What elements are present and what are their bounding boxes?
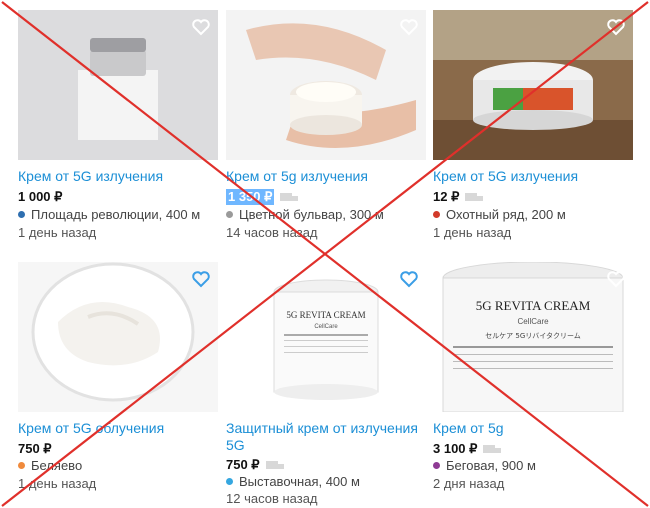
location-text: Охотный ряд, 200 м — [446, 207, 566, 222]
jar-japanese-label: セルケア 5Gリバイタクリーム — [485, 331, 581, 340]
listing-grid: Крем от 5G излучения 1 000 ₽ Площадь рев… — [0, 0, 650, 508]
metro-line-dot — [433, 211, 440, 218]
listing-card[interactable]: Крем от 5G излучения 1 000 ₽ Площадь рев… — [18, 10, 218, 240]
listing-time: 1 день назад — [18, 476, 97, 491]
cream-jar-image — [433, 10, 633, 160]
location-text: Выставочная, 400 м — [239, 474, 360, 489]
favorite-heart-icon[interactable] — [398, 16, 420, 38]
listing-card[interactable]: Крем от 5G облучения 750 ₽ Беляево 1 ден… — [18, 262, 218, 492]
listing-location: Охотный ряд, 200 м — [433, 207, 566, 222]
price-row: 1 000 ₽ — [18, 188, 62, 206]
metro-line-dot — [18, 462, 25, 469]
cream-jar-image: 5G REVITA CREAM CellCare セルケア 5Gリバイタクリーム — [433, 262, 633, 412]
listing-price: 3 100 ₽ — [433, 441, 478, 456]
favorite-heart-icon[interactable] — [605, 268, 627, 290]
cream-jar-image: 5G REVITA CREAM CellCare — [226, 262, 426, 412]
listing-price: 1 350 ₽ — [226, 189, 275, 205]
listing-title[interactable]: Крем от 5G облучения — [18, 420, 218, 437]
metro-line-dot — [226, 478, 233, 485]
price-row: 1 350 ₽ — [226, 188, 300, 206]
favorite-heart-icon[interactable] — [398, 268, 420, 290]
listing-title[interactable]: Крем от 5G излучения — [433, 168, 633, 185]
location-text: Площадь революции, 400 м — [31, 207, 201, 222]
listing-photo[interactable]: 5G REVITA CREAM CellCare セルケア 5Gリバイタクリーム — [433, 262, 633, 412]
listing-title[interactable]: Крем от 5g излучения — [226, 168, 426, 185]
listing-photo[interactable] — [226, 10, 426, 160]
listing-time: 1 день назад — [18, 225, 97, 240]
listing-photo[interactable] — [18, 262, 218, 412]
listing-title[interactable]: Крем от 5G излучения — [18, 168, 218, 185]
listing-card[interactable]: 5G REVITA CREAM CellCare セルケア 5Gリバイタクリーム… — [433, 262, 633, 492]
listing-title[interactable]: Защитный крем от излучения 5G — [226, 420, 426, 454]
jar-label: 5G REVITA CREAM — [476, 298, 591, 313]
location-text: Цветной бульвар, 300 м — [239, 207, 384, 222]
price-row: 750 ₽ — [18, 440, 52, 458]
listing-photo[interactable]: 5G REVITA CREAM CellCare — [226, 262, 426, 412]
listing-price: 12 ₽ — [433, 189, 460, 204]
delivery-truck-icon — [483, 445, 502, 453]
favorite-heart-icon[interactable] — [605, 16, 627, 38]
listing-card[interactable]: Крем от 5G излучения 12 ₽ Охотный ряд, 2… — [433, 10, 633, 240]
metro-line-dot — [226, 211, 233, 218]
favorite-heart-icon[interactable] — [190, 268, 212, 290]
listing-photo[interactable] — [433, 10, 633, 160]
delivery-truck-icon — [465, 193, 484, 201]
listing-time: 12 часов назад — [226, 491, 318, 506]
listing-time: 2 дня назад — [433, 476, 505, 491]
cream-jar-image — [226, 10, 426, 160]
listing-price: 750 ₽ — [226, 457, 260, 472]
listing-card[interactable]: Крем от 5g излучения 1 350 ₽ Цветной бул… — [226, 10, 426, 240]
listing-title[interactable]: Крем от 5g — [433, 420, 633, 437]
listing-time: 14 часов назад — [226, 225, 318, 240]
metro-line-dot — [433, 462, 440, 469]
listing-location: Цветной бульвар, 300 м — [226, 207, 384, 222]
price-row: 12 ₽ — [433, 188, 485, 206]
listing-location: Выставочная, 400 м — [226, 474, 360, 489]
location-text: Беляево — [31, 458, 83, 473]
listing-card[interactable]: 5G REVITA CREAM CellCare Защитный крем о… — [226, 262, 426, 506]
price-row: 750 ₽ — [226, 456, 286, 474]
metro-line-dot — [18, 211, 25, 218]
delivery-truck-icon — [265, 461, 284, 469]
jar-label: 5G REVITA CREAM — [286, 310, 365, 320]
jar-sublabel: CellCare — [314, 324, 338, 330]
listing-location: Площадь революции, 400 м — [18, 207, 200, 222]
location-text: Беговая, 900 м — [446, 458, 536, 473]
favorite-heart-icon[interactable] — [190, 16, 212, 38]
jar-sublabel: CellCare — [517, 317, 549, 326]
listing-price: 1 000 ₽ — [18, 189, 63, 204]
listing-time: 1 день назад — [433, 225, 512, 240]
price-row: 3 100 ₽ — [433, 440, 503, 458]
cream-jar-image — [18, 262, 218, 412]
cream-jar-image — [18, 10, 218, 160]
delivery-truck-icon — [280, 193, 299, 201]
listing-price: 750 ₽ — [18, 441, 52, 456]
listing-location: Беговая, 900 м — [433, 458, 536, 473]
listing-location: Беляево — [18, 458, 82, 473]
listing-photo[interactable] — [18, 10, 218, 160]
